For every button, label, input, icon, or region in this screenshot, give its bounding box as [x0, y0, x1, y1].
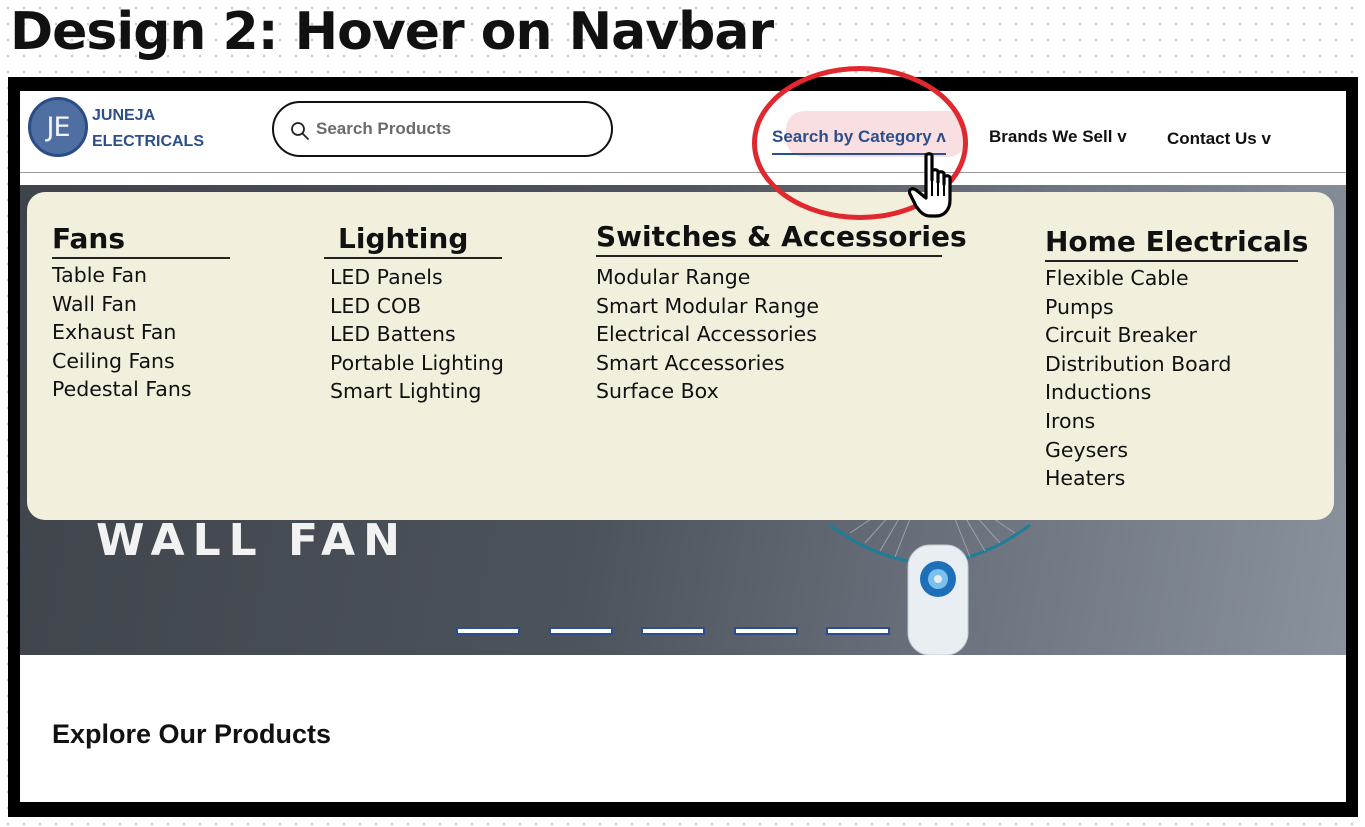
- menu-item[interactable]: Electrical Accessories: [596, 320, 942, 349]
- chevron-down-icon: v: [1117, 127, 1127, 146]
- menu-item[interactable]: Exhaust Fan: [52, 318, 230, 347]
- website-screen: JE JUNEJA ELECTRICALS Search by Category…: [20, 91, 1346, 802]
- menu-item[interactable]: Smart Lighting: [330, 377, 504, 406]
- logo[interactable]: JE: [28, 97, 88, 157]
- logo-initials: JE: [46, 111, 70, 143]
- search-input[interactable]: [316, 115, 596, 143]
- menu-item[interactable]: Circuit Breaker: [1045, 321, 1298, 350]
- menu-heading[interactable]: Lighting: [324, 222, 502, 259]
- menu-column-lighting: Lighting LED Panels LED COB LED Battens …: [324, 222, 504, 406]
- nav-label: Brands We Sell: [989, 127, 1113, 146]
- menu-column-home-electricals: Home Electricals Flexible Cable Pumps Ci…: [1045, 225, 1308, 493]
- menu-item[interactable]: LED COB: [330, 292, 504, 321]
- navbar: JE JUNEJA ELECTRICALS Search by Category…: [20, 91, 1346, 173]
- carousel-dot[interactable]: [549, 627, 613, 635]
- menu-item[interactable]: Table Fan: [52, 261, 230, 290]
- brand-line-2: ELECTRICALS: [92, 133, 204, 150]
- screenshot-frame: JE JUNEJA ELECTRICALS Search by Category…: [8, 77, 1358, 817]
- menu-heading[interactable]: Home Electricals: [1045, 225, 1308, 262]
- menu-item[interactable]: Pedestal Fans: [52, 375, 230, 404]
- menu-item[interactable]: Surface Box: [596, 377, 942, 406]
- menu-item[interactable]: Wall Fan: [52, 290, 230, 319]
- menu-item[interactable]: Modular Range: [596, 263, 942, 292]
- hand-pointer-icon: [908, 152, 952, 218]
- menu-item[interactable]: Heaters: [1045, 464, 1298, 493]
- menu-item[interactable]: Flexible Cable: [1045, 264, 1298, 293]
- menu-column-switches: Switches & Accessories Modular Range Sma…: [596, 220, 967, 406]
- menu-heading[interactable]: Switches & Accessories: [596, 220, 967, 257]
- menu-item[interactable]: LED Panels: [330, 263, 504, 292]
- menu-item[interactable]: Pumps: [1045, 293, 1298, 322]
- menu-item[interactable]: Portable Lighting: [330, 349, 504, 378]
- explore-heading: Explore Our Products: [52, 719, 332, 749]
- carousel-dot[interactable]: [456, 627, 520, 635]
- brand-line-1: JUNEJA: [92, 107, 156, 124]
- carousel-dot[interactable]: [734, 627, 798, 635]
- page-title: Design 2: Hover on Navbar: [10, 2, 774, 62]
- brand-name[interactable]: JUNEJA ELECTRICALS: [92, 103, 204, 155]
- menu-item[interactable]: Ceiling Fans: [52, 347, 230, 376]
- hero-title: WALL FAN: [96, 515, 408, 566]
- category-mega-menu: Fans Table Fan Wall Fan Exhaust Fan Ceil…: [27, 192, 1334, 520]
- search-icon: [291, 122, 309, 140]
- menu-item[interactable]: Distribution Board: [1045, 350, 1298, 379]
- menu-item[interactable]: LED Battens: [330, 320, 504, 349]
- carousel-dot[interactable]: [641, 627, 705, 635]
- nav-label: Contact Us: [1167, 129, 1257, 148]
- menu-heading[interactable]: Fans: [52, 222, 230, 259]
- menu-column-fans: Fans Table Fan Wall Fan Exhaust Fan Ceil…: [52, 222, 230, 404]
- menu-item[interactable]: Smart Modular Range: [596, 292, 942, 321]
- menu-item[interactable]: Irons: [1045, 407, 1298, 436]
- menu-item[interactable]: Smart Accessories: [596, 349, 942, 378]
- menu-item[interactable]: Geysers: [1045, 436, 1298, 465]
- chevron-down-icon: v: [1261, 129, 1271, 148]
- carousel-dot[interactable]: [826, 627, 890, 635]
- nav-brands-we-sell[interactable]: Brands We Sell v: [989, 127, 1127, 147]
- menu-item[interactable]: Inductions: [1045, 378, 1298, 407]
- nav-contact-us[interactable]: Contact Us v: [1167, 129, 1271, 149]
- search-bar[interactable]: [272, 101, 613, 157]
